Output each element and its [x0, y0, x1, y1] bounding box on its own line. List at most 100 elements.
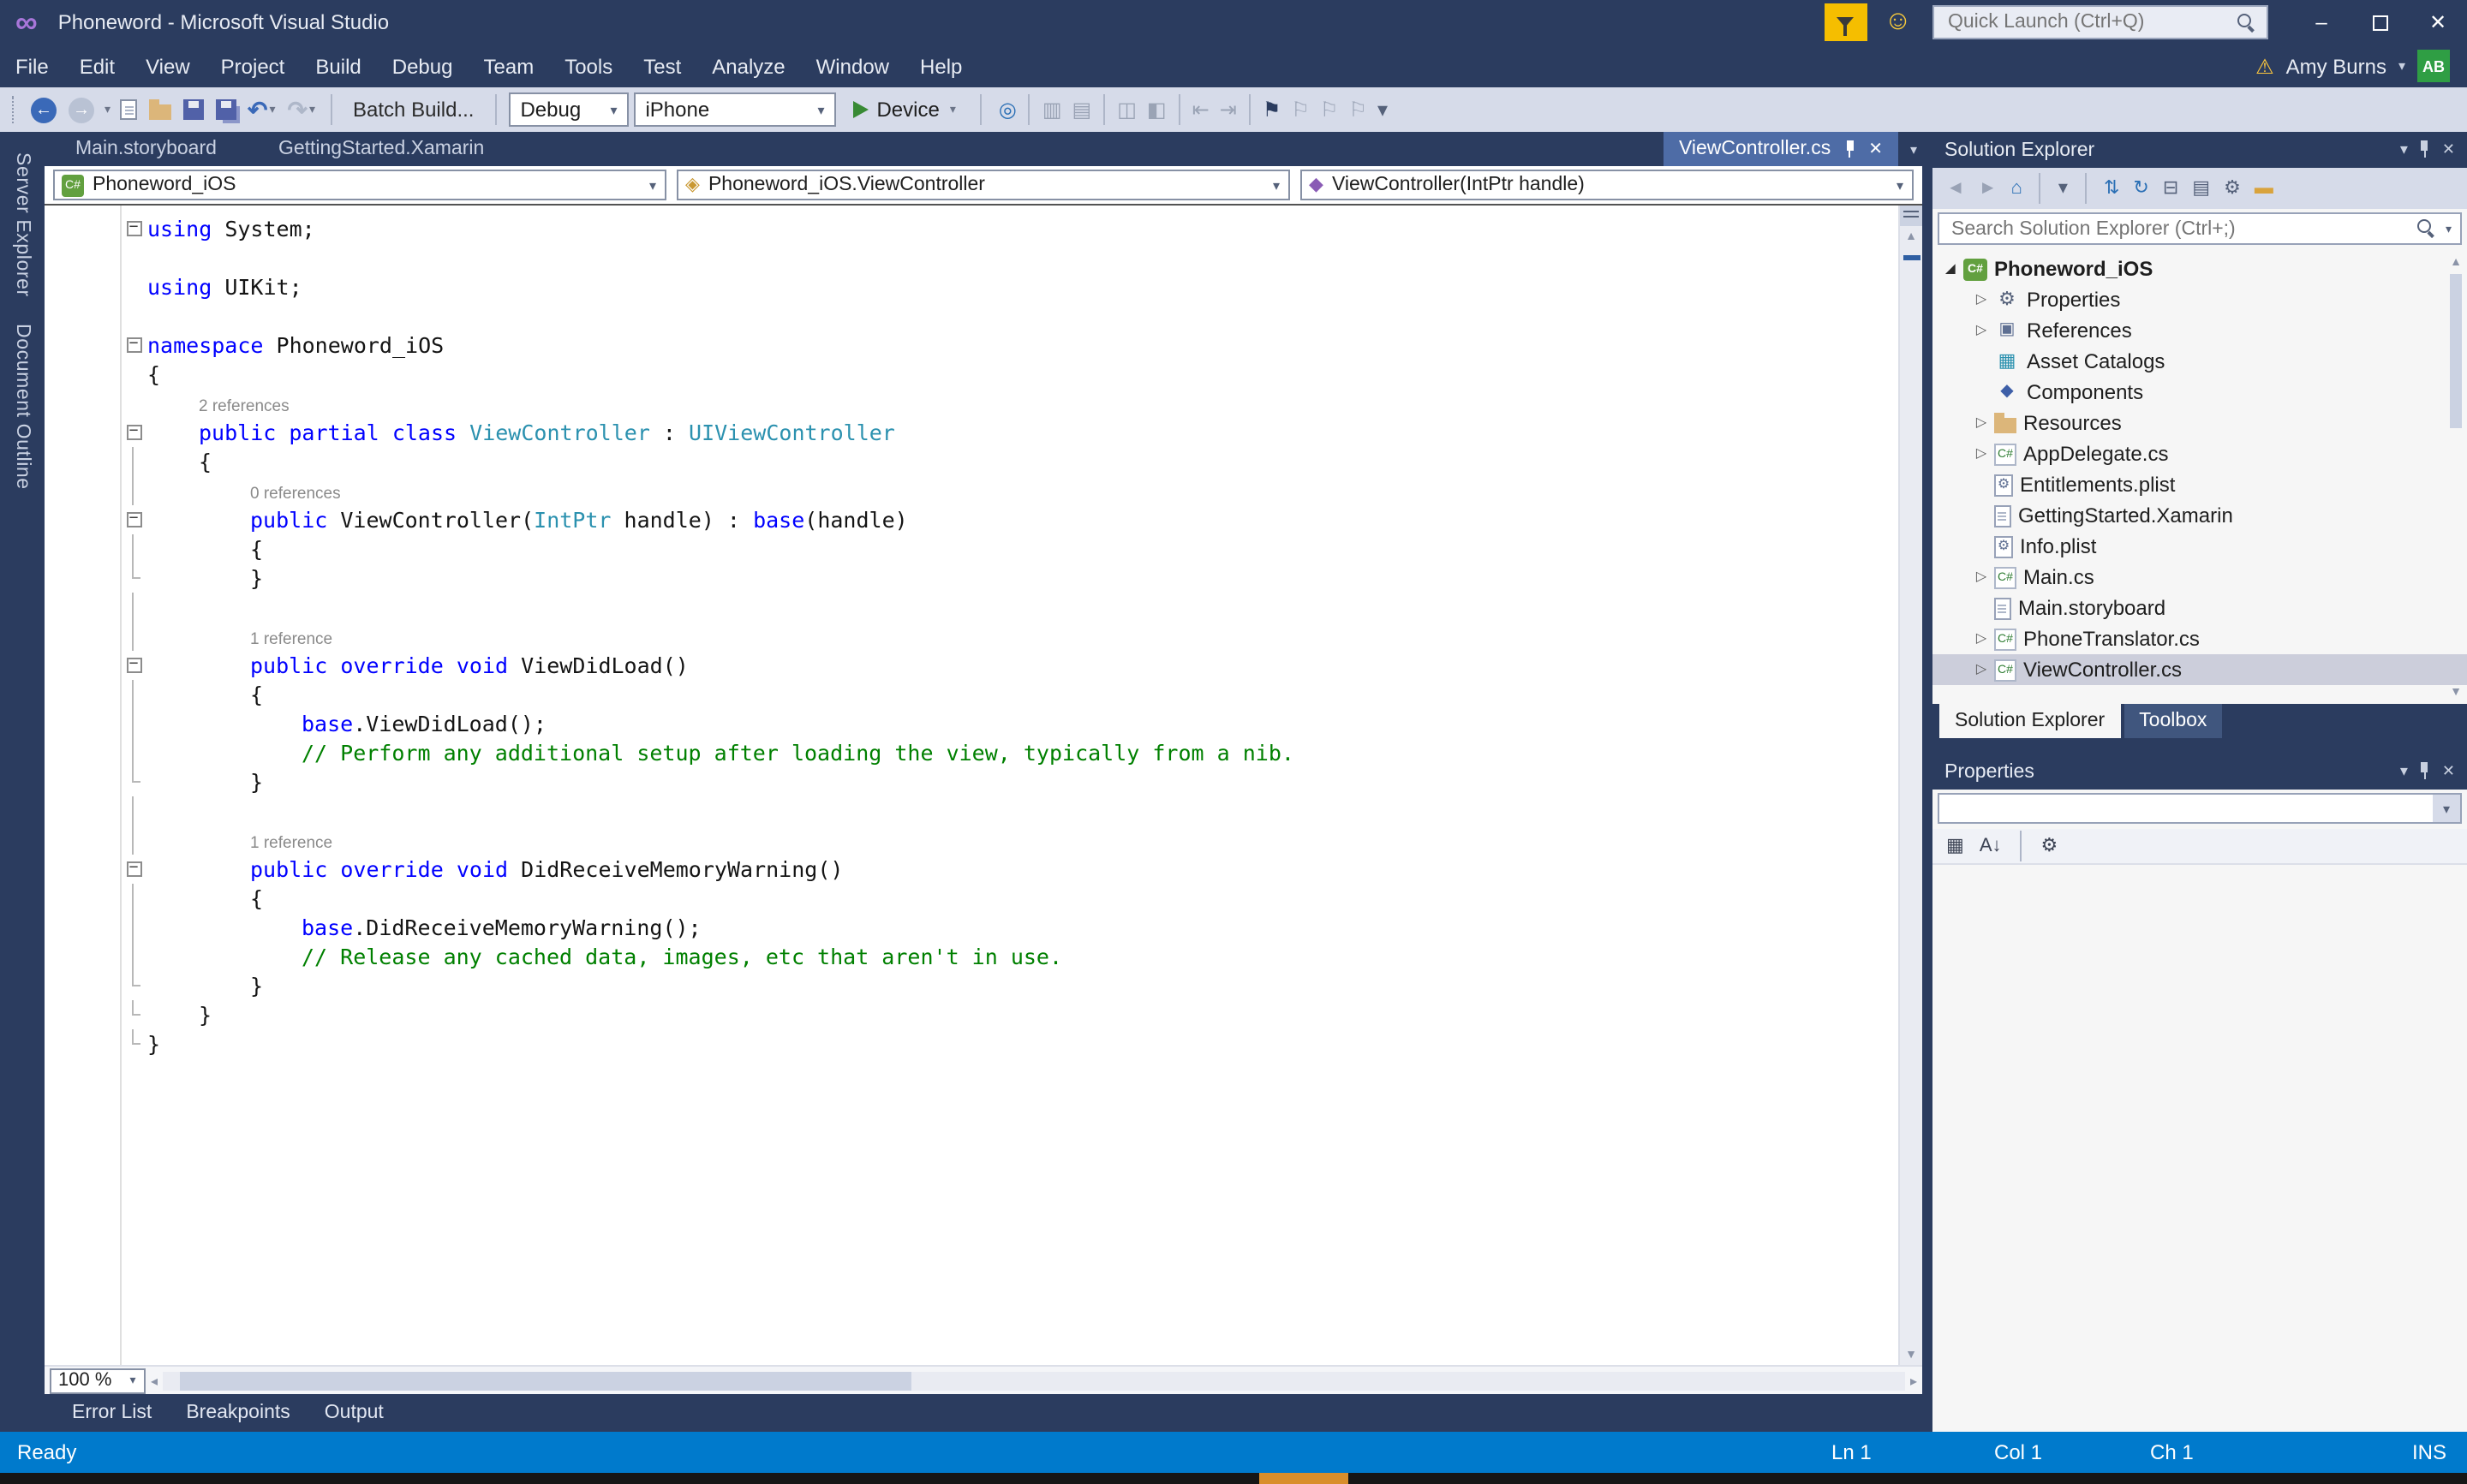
panel-menu-caret-icon[interactable]: ▾ — [2400, 141, 2408, 158]
breakpoint-margin[interactable] — [45, 389, 120, 418]
solution-platforms-combo[interactable]: iPhone ▾ — [633, 92, 836, 127]
tree-item-entitlements-plist[interactable]: ⚙ Entitlements.plist — [1932, 469, 2467, 500]
open-file-button[interactable] — [145, 92, 174, 127]
tree-item-main-cs[interactable]: ▷ C# Main.cs — [1932, 562, 2467, 593]
tree-item-phonetranslator-cs[interactable]: ▷ C# PhoneTranslator.cs — [1932, 623, 2467, 654]
code-editor[interactable]: − using System; using UIKit; − namespace Pho… — [45, 206, 1922, 1365]
alphabetical-icon[interactable]: A↓ — [1976, 836, 2005, 855]
categorized-icon[interactable]: ▦ — [1943, 836, 1968, 855]
close-button[interactable]: ✕ — [2409, 0, 2467, 45]
close-tab-icon[interactable]: ✕ — [1868, 140, 1883, 158]
scroll-left-icon[interactable]: ◂ — [146, 1373, 163, 1388]
batch-build-button[interactable]: Batch Build... — [344, 98, 482, 122]
preview-selected-items-icon[interactable]: ▬ — [2251, 178, 2277, 198]
solution-explorer-header[interactable]: Solution Explorer ▾ ✕ — [1932, 132, 2467, 168]
panel-tab-toolbox[interactable]: Toolbox — [2124, 704, 2223, 738]
breakpoint-margin[interactable] — [45, 563, 120, 593]
pin-icon[interactable] — [2418, 140, 2432, 159]
codelens-references[interactable]: 1 reference — [147, 825, 332, 855]
solution-configurations-combo[interactable]: Debug ▾ — [508, 92, 629, 127]
breakpoint-margin[interactable] — [45, 272, 120, 301]
codelens-text[interactable]: 2 references — [199, 397, 290, 416]
filter-dropdown-icon[interactable]: ▾ — [2055, 178, 2071, 198]
menu-file[interactable]: File — [0, 45, 64, 87]
sync-with-active-document-icon[interactable]: ⇅ — [2100, 178, 2123, 198]
doc-tab-main-storyboard[interactable]: Main.storyboard — [58, 132, 234, 166]
breakpoint-margin[interactable] — [45, 534, 120, 563]
combo-caret-icon[interactable]: ▾ — [2433, 795, 2460, 822]
quick-launch-box[interactable] — [1932, 5, 2268, 39]
solution-search-input[interactable] — [1948, 217, 2410, 241]
tree-item-phoneword-ios[interactable]: ◢ C# Phoneword_iOS — [1932, 253, 2467, 284]
collapsed-arrow-icon[interactable]: ▷ — [1970, 631, 1992, 646]
scroll-up-icon[interactable]: ▲ — [2445, 250, 2467, 274]
breakpoint-margin[interactable] — [45, 418, 120, 447]
pin-icon[interactable] — [1843, 140, 1856, 158]
quick-launch-input[interactable] — [1944, 10, 2237, 34]
close-panel-icon[interactable]: ✕ — [2442, 763, 2455, 779]
menu-analyze[interactable]: Analyze — [696, 45, 800, 87]
pin-icon[interactable] — [2418, 762, 2432, 781]
scroll-down-icon[interactable]: ▼ — [2445, 680, 2467, 704]
object-selector-combo[interactable]: ▾ — [1938, 793, 2462, 824]
codelens-text[interactable]: 1 reference — [250, 834, 332, 853]
menu-debug[interactable]: Debug — [377, 45, 469, 87]
combo-caret-icon[interactable]: ▾ — [600, 94, 626, 125]
toggle-bookmark-icon[interactable]: ⚑ — [1257, 99, 1287, 120]
clear-bookmarks-icon[interactable]: ⚐ — [1343, 99, 1372, 120]
back-icon[interactable]: ◄ — [1943, 178, 1968, 198]
doc-tab-gettingstarted-xamarin[interactable]: GettingStarted.Xamarin — [261, 132, 501, 166]
menu-project[interactable]: Project — [206, 45, 301, 87]
home-icon[interactable]: ⌂ — [2008, 178, 2026, 198]
menu-help[interactable]: Help — [905, 45, 977, 87]
undo-button[interactable]: ↶ ▾ — [244, 92, 279, 127]
breakpoint-margin[interactable] — [45, 971, 120, 1000]
breakpoint-margin[interactable] — [45, 243, 120, 272]
search-options-caret-icon[interactable]: ▾ — [2446, 222, 2452, 235]
breakpoint-margin[interactable] — [45, 1029, 120, 1058]
fold-collapse-icon[interactable]: − — [126, 337, 141, 353]
solution-search-box[interactable]: ▾ — [1938, 212, 2462, 245]
expanded-arrow-icon[interactable]: ◢ — [1939, 263, 1962, 275]
tree-item-main-storyboard[interactable]: Main.storyboard — [1932, 593, 2467, 623]
project-dropdown[interactable]: C# Phoneword_iOS ▾ — [53, 170, 666, 200]
menu-view[interactable]: View — [130, 45, 206, 87]
panel-tab-solution-explorer[interactable]: Solution Explorer — [1939, 704, 2121, 738]
fold-collapse-icon[interactable]: − — [126, 861, 141, 877]
tree-item-gettingstarted-xamarin[interactable]: GettingStarted.Xamarin — [1932, 500, 2467, 531]
navigate-forward-button[interactable]: → — [65, 92, 98, 127]
member-dropdown[interactable]: ◆ ViewController(IntPtr handle) ▾ — [1300, 170, 1914, 200]
warning-icon[interactable]: ⚠ — [2255, 56, 2274, 76]
tree-item-components[interactable]: ◆ Components — [1932, 377, 2467, 408]
new-file-button[interactable] — [116, 92, 140, 127]
navigate-menu-caret-icon[interactable]: ▾ — [105, 103, 111, 116]
combo-caret-icon[interactable]: ▾ — [1888, 177, 1912, 193]
breakpoint-margin[interactable] — [45, 593, 120, 622]
uncomment-icon[interactable]: ◧ — [1142, 99, 1172, 120]
maximize-button[interactable] — [2351, 0, 2409, 45]
user-menu-caret-icon[interactable]: ▾ — [2398, 58, 2405, 74]
tree-scrollbar[interactable]: ▲ ▼ — [2445, 250, 2467, 704]
start-debugging-button[interactable]: Device ▾ — [840, 98, 967, 122]
save-button[interactable] — [179, 92, 206, 127]
codelens-references[interactable]: 2 references — [147, 389, 290, 418]
tree-scroll-thumb[interactable] — [2450, 274, 2462, 428]
panel-tab-output[interactable]: Output — [308, 1403, 401, 1423]
property-pages-icon[interactable]: ⚙ — [2038, 836, 2062, 855]
tree-item-asset-catalogs[interactable]: ▦ Asset Catalogs — [1932, 346, 2467, 377]
breakpoint-margin[interactable] — [45, 476, 120, 505]
doc-well-overflow-icon[interactable]: ▾ — [1910, 142, 1917, 158]
tree-item-viewcontroller-cs[interactable]: ▷ C# ViewController.cs — [1932, 654, 2467, 685]
tree-item-info-plist[interactable]: ⚙ Info.plist — [1932, 531, 2467, 562]
properties-header[interactable]: Properties ▾ ✕ — [1932, 754, 2467, 790]
combo-caret-icon[interactable]: ▾ — [641, 177, 665, 193]
previous-bookmark-icon[interactable]: ⚐ — [1286, 99, 1315, 120]
navigate-backward-button[interactable]: ← — [27, 92, 60, 127]
breakpoint-margin[interactable] — [45, 331, 120, 360]
collapsed-arrow-icon[interactable]: ▷ — [1970, 292, 1992, 307]
combo-caret-icon[interactable]: ▾ — [808, 94, 833, 125]
scroll-right-icon[interactable]: ▸ — [1905, 1373, 1922, 1388]
breakpoint-margin[interactable] — [45, 622, 120, 651]
breakpoint-margin[interactable] — [45, 447, 120, 476]
collapsed-arrow-icon[interactable]: ▷ — [1970, 323, 1992, 337]
